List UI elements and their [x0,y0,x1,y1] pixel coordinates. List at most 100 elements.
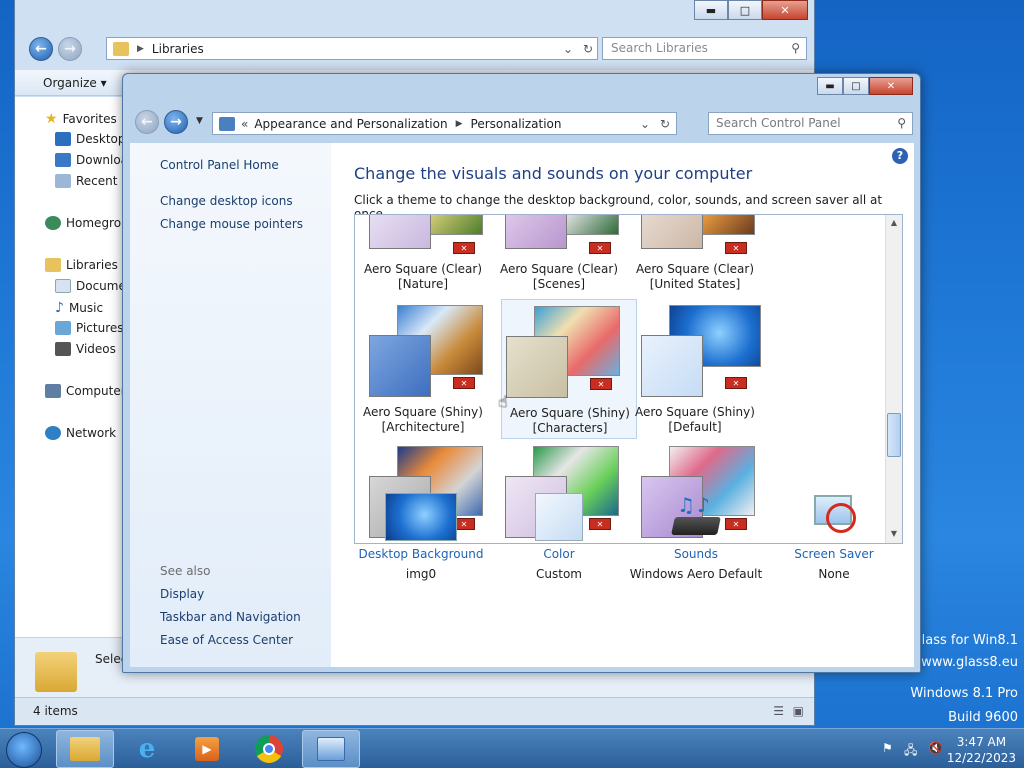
theme-aero-clear-nature[interactable]: ✕ Aero Square (Clear) [Nature] [355,215,491,297]
forward-button[interactable]: → [164,110,188,134]
search-icon[interactable]: ⚲ [897,113,906,134]
refresh-icon[interactable]: ↻ [660,117,670,131]
nav-favorites[interactable]: ★ Favorites [45,111,117,127]
screen-saver-icon [810,493,858,541]
breadcrumb-personalization[interactable]: Personalization [471,117,562,131]
close-icon: ✕ [453,242,475,254]
scrollbar-thumb[interactable] [887,413,901,457]
display-link[interactable]: Display [160,587,204,601]
refresh-icon[interactable]: ↻ [583,42,593,56]
screen-saver-setting[interactable]: Screen Saver None [759,493,909,581]
minimize-button[interactable]: ▬ [694,0,728,20]
sounds-label[interactable]: Sounds [621,547,771,561]
scroll-up-icon[interactable]: ▲ [888,218,900,230]
taskbar-chrome[interactable] [240,730,298,768]
nav-label: Computer [66,384,126,398]
theme-name: Aero Square (Clear) [635,262,754,276]
large-icons-view-icon[interactable]: ▣ [793,704,804,718]
volume-muted-icon[interactable]: 🔇 [928,741,943,755]
theme-aero-shiny-architecture[interactable]: ✕ Aero Square (Shiny) [Architecture] [355,299,491,439]
color-setting[interactable]: Color Custom [484,493,634,581]
nav-videos[interactable]: Videos [55,342,116,356]
color-label[interactable]: Color [484,547,634,561]
nav-label: Music [68,301,104,315]
theme-aero-clear-scenes[interactable]: ✕ Aero Square (Clear) [Scenes] [491,215,627,297]
see-also-heading: See also [160,564,211,578]
nav-network[interactable]: Network [45,426,116,440]
details-view-icon[interactable]: ☰ [773,704,784,718]
theme-name: Aero Square (Clear) [499,262,618,276]
theme-aero-shiny-characters[interactable]: ✕ Aero Square (Shiny) [Characters] [501,299,637,439]
nav-libraries[interactable]: Libraries [45,258,118,272]
back-button[interactable]: ← [29,37,53,61]
chevron-right-icon: ▶ [137,43,144,54]
search-input[interactable]: Search Control Panel ⚲ [708,112,913,135]
close-button[interactable]: ✕ [762,0,808,20]
flag-icon[interactable]: ⚑ [882,741,893,755]
clock[interactable]: 3:47 AM 12/22/2023 [947,734,1016,766]
search-input[interactable]: Search Libraries ⚲ [602,37,807,60]
change-desktop-icons-link[interactable]: Change desktop icons [160,194,293,208]
nav-pictures[interactable]: Pictures [55,321,124,335]
organize-label: Organize [43,76,97,90]
breadcrumb-prefix[interactable]: « [241,117,248,131]
help-icon[interactable]: ? [892,148,908,164]
control-panel-home-link[interactable]: Control Panel Home [160,158,279,172]
color-value: Custom [536,567,582,581]
theme-name: Aero Square (Clear) [363,262,482,276]
page-title: Change the visuals and sounds on your co… [354,164,753,183]
sounds-icon: ♫ ♪ [671,493,721,541]
taskbar-explorer[interactable] [56,730,114,768]
taskbar-control-panel[interactable] [302,730,360,768]
status-bar: 4 items ☰ ▣ [15,697,814,725]
nav-label: Desktop [76,132,126,146]
breadcrumb-appearance[interactable]: Appearance and Personalization [254,117,447,131]
explorer-caption-buttons: ▬ □ ✕ [694,0,808,20]
address-bar[interactable]: « Appearance and Personalization ▶ Perso… [212,112,677,135]
downloads-icon [55,153,71,167]
recent-pages-icon[interactable]: ▼ [196,116,203,126]
address-bar[interactable]: ▶ Libraries ⌄ ↻ [106,37,598,60]
minimize-button[interactable]: ▬ [817,77,843,95]
network-icon [45,426,61,440]
task-pane: Control Panel Home Change desktop icons … [130,143,331,667]
ease-of-access-link[interactable]: Ease of Access Center [160,633,293,647]
personalization-window: ▬ □ ✕ ← → ▼ « Appearance and Personaliza… [122,73,921,673]
forward-button[interactable]: → [58,37,82,61]
theme-name: Aero Square (Shiny) [510,406,630,420]
theme-aero-clear-united-states[interactable]: ✕ Aero Square (Clear) [United States] [627,215,763,297]
close-icon: ✕ [589,242,611,254]
nav-desktop[interactable]: Desktop [55,132,126,146]
nav-music[interactable]: ♪ Music [55,300,103,316]
search-icon[interactable]: ⚲ [791,38,800,59]
taskbar-media-player[interactable]: ▶ [178,730,236,768]
theme-sub: [Default] [668,420,722,434]
maximize-button[interactable]: □ [728,0,762,20]
item-count: 4 items [33,704,78,718]
nav-computer[interactable]: Computer [45,384,126,398]
dropdown-icon[interactable]: ⌄ [563,42,573,56]
taskbar-internet-explorer[interactable]: e [118,730,176,768]
close-icon: ✕ [590,378,612,390]
watermark-url: www.glass8.eu [921,655,1018,670]
screen-saver-label[interactable]: Screen Saver [759,547,909,561]
desktop-background-setting[interactable]: Desktop Background img0 [346,493,496,581]
close-button[interactable]: ✕ [869,77,913,95]
chevron-right-icon[interactable]: ▶ [456,119,463,129]
change-mouse-pointers-link[interactable]: Change mouse pointers [160,217,303,231]
taskbar-navigation-link[interactable]: Taskbar and Navigation [160,610,301,624]
clock-time: 3:47 AM [956,735,1007,749]
desktop-background-label[interactable]: Desktop Background [346,547,496,561]
back-button[interactable]: ← [135,110,159,134]
dropdown-icon[interactable]: ⌄ [640,117,650,131]
maximize-button[interactable]: □ [843,77,869,95]
start-button[interactable] [6,732,42,768]
sounds-setting[interactable]: ♫ ♪ Sounds Windows Aero Default [621,493,771,581]
network-icon[interactable]: 🖧 [904,741,917,762]
theme-sub: [Architecture] [381,420,465,434]
close-icon: ✕ [725,377,747,389]
theme-aero-shiny-default[interactable]: ✕ Aero Square (Shiny) [Default] [627,299,763,439]
theme-name: Aero Square (Shiny) [635,405,755,419]
videos-icon [55,342,71,356]
organize-button[interactable]: Organize ▾ [43,76,107,90]
